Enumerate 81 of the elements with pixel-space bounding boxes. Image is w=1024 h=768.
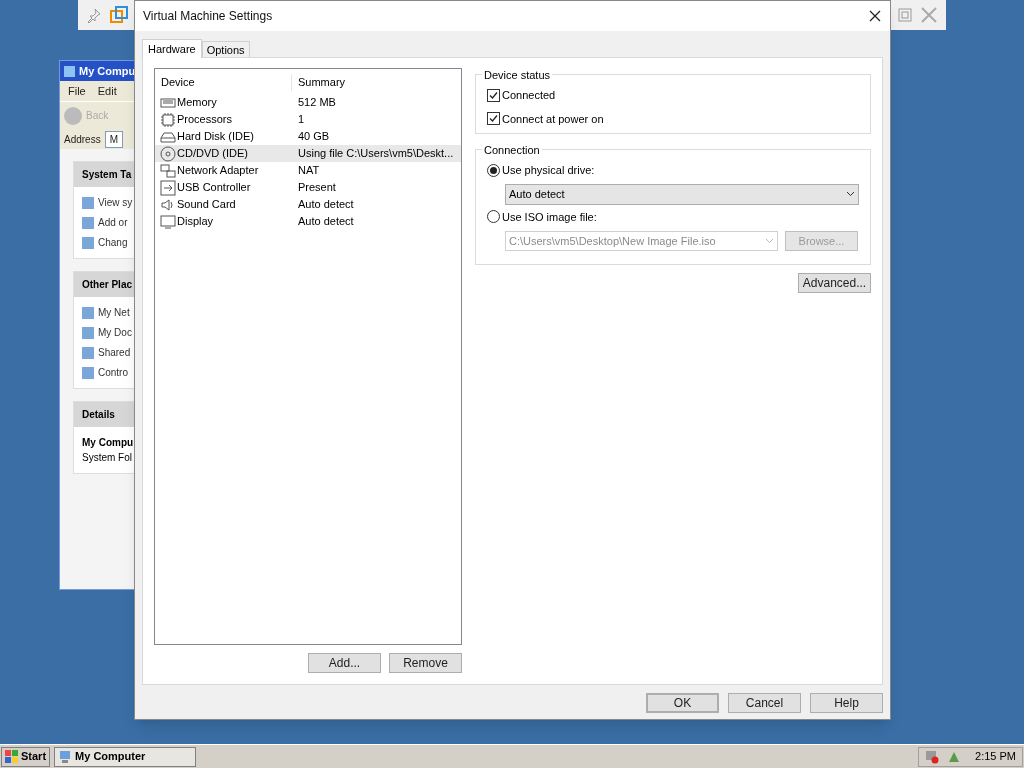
dialog-button[interactable]: OK bbox=[646, 693, 719, 713]
dialog-button[interactable]: Help bbox=[810, 693, 883, 713]
window-title: Virtual Machine Settings bbox=[143, 8, 273, 25]
usb-icon bbox=[160, 179, 176, 196]
processor-icon bbox=[160, 111, 176, 128]
device-summary: Present bbox=[297, 180, 336, 196]
item-icon bbox=[82, 236, 94, 249]
item-icon bbox=[82, 306, 94, 319]
device-summary: 40 GB bbox=[297, 129, 330, 145]
tab[interactable]: Hardware bbox=[142, 39, 202, 58]
device-name: Network Adapter bbox=[177, 163, 259, 179]
device-row[interactable]: Hard Disk (IDE) 40 GB bbox=[155, 128, 461, 145]
network-icon bbox=[160, 162, 176, 179]
task-link[interactable]: My Net bbox=[98, 305, 130, 320]
radio-button[interactable] bbox=[487, 210, 500, 224]
device-name: Processors bbox=[177, 112, 233, 128]
radio-label[interactable]: Use physical drive: bbox=[502, 162, 595, 179]
task-link[interactable]: Contro bbox=[98, 365, 128, 380]
task-link[interactable]: Add or bbox=[98, 215, 128, 230]
app-logo-icon[interactable] bbox=[110, 6, 128, 24]
speaker-icon bbox=[160, 196, 176, 213]
panel-title: Details bbox=[74, 402, 137, 427]
checkbox-label[interactable]: Connected bbox=[502, 87, 556, 104]
drive-dropdown[interactable]: Auto detect bbox=[505, 183, 859, 205]
checkbox-label[interactable]: Connect at power on bbox=[502, 110, 604, 127]
item-icon bbox=[82, 346, 94, 359]
menu-item[interactable]: File bbox=[68, 82, 86, 100]
restore-icon[interactable] bbox=[898, 8, 912, 22]
device-row[interactable]: Processors 1 bbox=[155, 111, 461, 128]
item-icon bbox=[82, 196, 94, 209]
device-summary: Auto detect bbox=[297, 197, 354, 213]
device-summary: Auto detect bbox=[297, 214, 354, 230]
checkbox[interactable] bbox=[487, 88, 500, 102]
device-summary: 1 bbox=[297, 112, 305, 128]
start-button[interactable]: Start bbox=[1, 746, 51, 767]
iso-path-field[interactable]: C:\Users\vm5\Desktop\New Image File.iso bbox=[505, 231, 778, 251]
list-button[interactable]: Remove bbox=[389, 653, 462, 673]
device-name: Memory bbox=[177, 95, 217, 111]
clock: 2:15 PM bbox=[975, 749, 1016, 765]
dialog-button[interactable]: Cancel bbox=[728, 693, 801, 713]
task-link[interactable]: Shared bbox=[98, 345, 131, 360]
address-field[interactable]: M bbox=[104, 130, 124, 148]
windows-logo-icon bbox=[5, 749, 19, 764]
network-status-icon[interactable] bbox=[925, 749, 940, 764]
close-icon[interactable] bbox=[868, 9, 882, 23]
task-link[interactable]: View sy bbox=[98, 195, 133, 210]
column-header[interactable]: Device bbox=[155, 74, 292, 91]
device-row[interactable]: USB Controller Present bbox=[155, 179, 461, 196]
menu-item[interactable]: Edit bbox=[97, 82, 117, 100]
device-summary: 512 MB bbox=[297, 95, 336, 111]
device-name: USB Controller bbox=[177, 180, 251, 196]
device-row[interactable]: CD/DVD (IDE) Using file C:\Users\vm5\Deskt... bbox=[155, 145, 461, 162]
panel-title: System Ta bbox=[74, 162, 137, 187]
radio-button[interactable] bbox=[487, 163, 500, 177]
device-row[interactable]: Memory 512 MB bbox=[155, 94, 461, 111]
advanced-button[interactable]: Advanced... bbox=[798, 273, 871, 293]
device-name: Display bbox=[177, 214, 214, 230]
pin-icon[interactable] bbox=[86, 7, 102, 23]
column-header[interactable]: Summary bbox=[292, 74, 346, 91]
item-icon bbox=[82, 366, 94, 379]
device-row[interactable]: Network Adapter NAT bbox=[155, 162, 461, 179]
computer-icon bbox=[58, 749, 73, 764]
device-row[interactable]: Display Auto detect bbox=[155, 213, 461, 230]
task-link[interactable]: Chang bbox=[98, 235, 128, 250]
radio-label[interactable]: Use ISO image file: bbox=[502, 208, 597, 225]
item-icon bbox=[82, 216, 94, 229]
address-label: Address bbox=[64, 132, 101, 147]
device-name: CD/DVD (IDE) bbox=[177, 146, 248, 162]
monitor-icon bbox=[160, 213, 176, 230]
device-summary: Using file C:\Users\vm5\Deskt... bbox=[297, 146, 454, 162]
panel-title: Other Plac bbox=[74, 272, 137, 297]
checkbox[interactable] bbox=[487, 112, 500, 126]
item-icon bbox=[82, 326, 94, 339]
taskbar-button[interactable]: My Computer bbox=[54, 746, 197, 767]
task-link[interactable]: My Doc bbox=[98, 325, 132, 340]
device-name: Sound Card bbox=[177, 197, 236, 213]
list-button[interactable]: Add... bbox=[308, 653, 381, 673]
device-summary: NAT bbox=[297, 163, 320, 179]
device-name: Hard Disk (IDE) bbox=[177, 129, 254, 145]
disc-icon bbox=[160, 145, 176, 162]
device-row[interactable]: Sound Card Auto detect bbox=[155, 196, 461, 213]
